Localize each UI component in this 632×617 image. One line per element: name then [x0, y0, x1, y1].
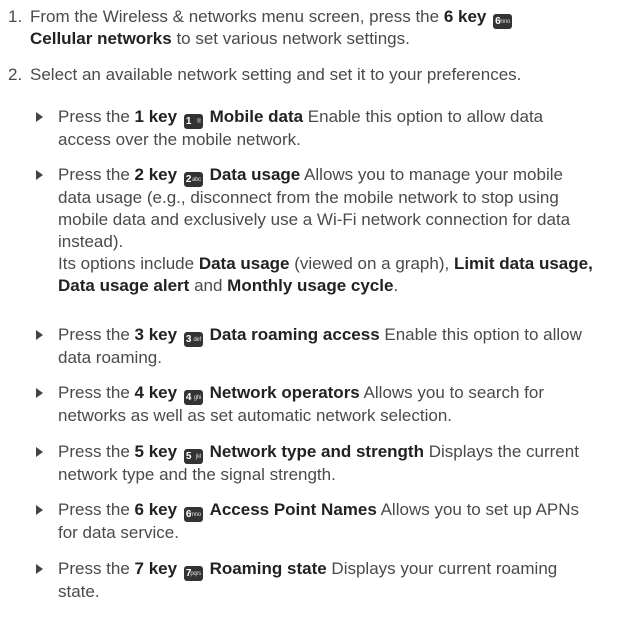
bullet-network-operators: Press the 4 key 4 ghi Network operators A… — [36, 382, 618, 427]
keypad-5-icon: 5 jkl — [183, 449, 203, 464]
bullet-roaming-state: Press the 7 key 7 pqrs Roaming state Disp… — [36, 558, 618, 603]
step-number: 2. — [8, 65, 23, 84]
bullet-arrow-icon — [36, 388, 43, 398]
bullet-arrow-icon — [36, 447, 43, 457]
keypad-6-icon: 6 mno — [183, 507, 203, 522]
step-number: 1. — [8, 7, 23, 26]
bullet-arrow-icon — [36, 564, 43, 574]
bullet-data-roaming: Press the 3 key 3 def Data roaming access… — [36, 324, 618, 369]
step-1-text-2: to set various network settings. — [171, 29, 410, 48]
bullet-data-usage: Press the 2 key 2 abc Data usage Allows y… — [36, 164, 618, 297]
step-1-cont: Cellular networks to set various network… — [30, 28, 410, 50]
step-2-text: Select an available network setting and … — [30, 65, 522, 84]
bullet-arrow-icon — [36, 505, 43, 515]
bullet-arrow-icon — [36, 330, 43, 340]
keypad-6-icon: 6 mno — [493, 14, 513, 29]
keypad-3-icon: 3 def — [183, 332, 203, 347]
step-1: 1. From the Wireless & networks menu scre… — [8, 6, 514, 29]
keypad-7-icon: 7 pqrs — [183, 566, 203, 581]
bullet-mobile-data: Press the 1 key 1 ® Mobile data Enable th… — [36, 106, 618, 151]
step-1-text: From the Wireless & networks menu screen… — [30, 7, 444, 26]
menu-item-name: Cellular networks — [30, 29, 172, 48]
keypad-2-icon: 2 abc — [183, 172, 203, 187]
step-2: 2. Select an available network setting an… — [8, 64, 521, 86]
bullet-network-type: Press the 5 key 5 jkl Network type and st… — [36, 441, 618, 486]
bullet-arrow-icon — [36, 112, 43, 122]
keypad-1-icon: 1 ® — [183, 114, 203, 129]
bullet-apn: Press the 6 key 6 mno Access Point Names … — [36, 499, 618, 544]
key-label: 6 key — [443, 7, 487, 26]
manual-page: 1. From the Wireless & networks menu scre… — [0, 0, 632, 617]
bullet-arrow-icon — [36, 170, 43, 180]
keypad-4-icon: 4 ghi — [183, 390, 203, 405]
